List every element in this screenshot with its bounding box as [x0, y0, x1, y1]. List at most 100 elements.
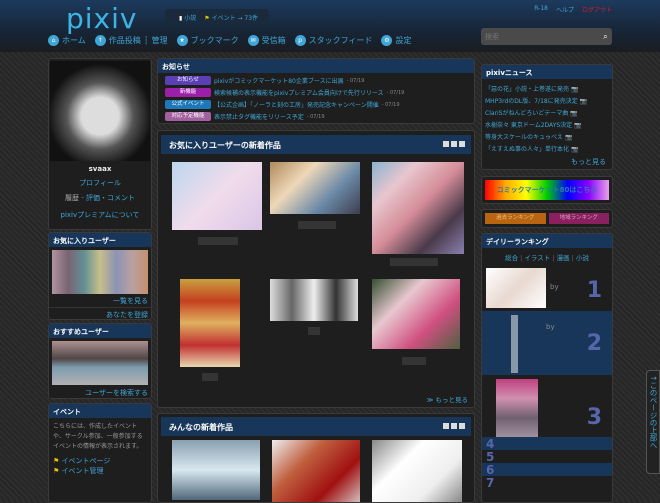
tab-illust[interactable]: イラスト: [524, 254, 550, 262]
ranking-item[interactable]: 6: [482, 463, 612, 477]
help-link[interactable]: ヘルプ: [556, 5, 574, 14]
notices-title: お知らせ: [158, 59, 474, 73]
news-link[interactable]: 「惡の花」小説・上巻遂に発売: [485, 86, 569, 93]
collapse-icon[interactable]: [443, 423, 449, 429]
event-page-link[interactable]: イベントページ: [62, 457, 111, 465]
book-icon: ▮: [179, 15, 183, 22]
event-manage-link[interactable]: イベント管理: [62, 467, 104, 475]
minimize-icon[interactable]: [459, 423, 465, 429]
event-link[interactable]: ⚑ イベント → 73件: [204, 13, 258, 22]
news-link[interactable]: MHP3rdのDL版、7/18に発売決定: [485, 98, 578, 105]
news-link[interactable]: 「えすえぬ事の人々」単行本化: [485, 146, 569, 153]
ranking-item[interactable]: 3: [482, 375, 612, 437]
notice-link[interactable]: 【公式企画】「ノーラと刻の工房」発売記念キャンペーン開催: [214, 100, 379, 109]
recommended-avatars[interactable]: [52, 341, 148, 385]
feed-icon: p: [294, 35, 306, 46]
news-item: 水樹奈々 東京ドーム2DAYS決定 📷: [485, 120, 609, 129]
profile-link[interactable]: プロフィール: [79, 179, 121, 187]
search-bar: ⌕: [481, 28, 612, 45]
work-thumbnail[interactable]: [270, 279, 358, 321]
notice-badge: お知らせ: [165, 76, 211, 85]
premium-link[interactable]: pixivプレミアムについて: [61, 211, 140, 219]
work-thumbnail[interactable]: [270, 162, 360, 214]
news-item: 「えすえぬ事の人々」単行本化 📷: [485, 144, 609, 153]
ranking-item[interactable]: by 2: [482, 311, 612, 375]
daily-ranking-title: デイリーランキング: [482, 234, 612, 248]
user-search-link[interactable]: ユーザーを検索する: [85, 389, 148, 397]
notice-link[interactable]: pixivがコミックマーケット80企業ブースに出展: [214, 76, 344, 85]
past-ranking-button[interactable]: 過去ランキング: [485, 213, 546, 224]
nav-inbox[interactable]: ✉ 受信箱: [247, 35, 286, 46]
fav-users-title: お気に入りユーザー: [49, 233, 151, 247]
search-icon[interactable]: ⌕: [599, 28, 612, 45]
news-item: MHP3rdのDL版、7/18に発売決定 📷: [485, 96, 609, 105]
ranking-item[interactable]: 4: [482, 437, 612, 451]
ranking-item[interactable]: 5: [482, 450, 612, 464]
mail-icon: ✉: [247, 35, 259, 46]
scroll-top-button[interactable]: ↑このページの上部へ: [646, 370, 660, 474]
notice-badge: 新機能: [165, 88, 211, 97]
camera-icon: 📷: [574, 122, 582, 129]
work-thumbnail[interactable]: [372, 440, 462, 502]
username: svaax: [88, 165, 112, 173]
daily-ranking-box: デイリーランキング 総合 | イラスト | 漫画 | 小説 by 1 by 2 …: [481, 233, 613, 503]
nav-settings[interactable]: ⚙ 設定: [381, 35, 411, 46]
r18-link[interactable]: R-18: [534, 5, 548, 14]
expand-icon[interactable]: [451, 141, 457, 147]
novel-link[interactable]: ▮ 小説: [179, 13, 196, 22]
news-link[interactable]: ClariSがねんどろいどテーマ曲: [485, 110, 568, 117]
upload-icon: ↑: [94, 35, 106, 46]
notice-link[interactable]: 表示禁止タグ機能をリリース予定: [214, 112, 304, 121]
tab-novel[interactable]: 小説: [576, 254, 589, 262]
work-thumbnail: [511, 315, 518, 373]
fav-users-list-link[interactable]: 一覧を見る: [113, 297, 148, 305]
ranking-item[interactable]: 7: [482, 476, 612, 490]
search-input[interactable]: [481, 28, 599, 45]
gear-icon: ⚙: [381, 35, 393, 46]
minimize-icon[interactable]: [459, 141, 465, 147]
rank-number: 2: [586, 331, 602, 356]
avatar[interactable]: [50, 61, 150, 161]
work-thumbnail[interactable]: [272, 440, 360, 502]
nav-manage[interactable]: ┆ 管理: [144, 35, 168, 46]
rating-link[interactable]: - 評価・コメント: [79, 194, 135, 202]
notice-link[interactable]: 検索候補の表示機能をpixivプレミアム会員向けで先行リリース: [214, 88, 384, 97]
ranking-buttons-box: 過去ランキング 地域ランキング: [481, 209, 613, 228]
news-more-link[interactable]: もっと見る: [571, 158, 606, 166]
main-nav: ⌂ ホーム ↑ 作品投稿 ┆ 管理 ★ ブックマーク ✉ 受信箱 p スタックフィード ⚙ 設…: [48, 35, 411, 46]
news-item: 等身大スケールのキュゥべえ 📷: [485, 132, 609, 141]
fav-works-more-link[interactable]: ≫ もっと見る: [427, 394, 468, 404]
pixiv-logo[interactable]: pixiv: [66, 2, 137, 35]
fav-users-avatars[interactable]: [52, 250, 148, 294]
expand-icon[interactable]: [451, 423, 457, 429]
ranking-item[interactable]: by 1: [482, 266, 612, 311]
tab-overall[interactable]: 総合: [505, 254, 518, 262]
home-icon: ⌂: [48, 35, 59, 46]
register-link[interactable]: あなたを登録: [106, 311, 148, 319]
nav-upload[interactable]: ↑ 作品投稿: [94, 35, 141, 46]
quick-links: ▮ 小説 ⚑ イベント → 73件: [165, 9, 269, 26]
notice-item: 対応予定機能 表示禁止タグ機能をリリース予定 - 07/19: [165, 112, 474, 121]
logout-link[interactable]: ログアウト: [582, 5, 612, 14]
collapse-icon[interactable]: [443, 141, 449, 147]
region-ranking-button[interactable]: 地域ランキング: [548, 213, 609, 224]
nav-home[interactable]: ⌂ ホーム: [48, 35, 86, 46]
news-link[interactable]: 等身大スケールのキュゥべえ: [485, 134, 563, 141]
ranking-tabs: 総合 | イラスト | 漫画 | 小説: [505, 254, 589, 262]
nav-feed[interactable]: p スタックフィード: [294, 35, 372, 46]
rank-number: 1: [586, 278, 602, 303]
work-thumbnail[interactable]: [172, 162, 262, 230]
camera-icon: 📷: [570, 86, 579, 93]
work-thumbnail[interactable]: [372, 279, 460, 349]
nav-bookmark[interactable]: ★ ブックマーク: [176, 35, 239, 46]
header: pixiv ▮ 小説 ⚑ イベント → 73件 R-18 ヘルプ ログアウト ⌕…: [0, 0, 660, 52]
work-thumbnail[interactable]: [180, 279, 240, 367]
all-works-title: みんなの新着作品: [169, 423, 233, 432]
news-link[interactable]: 水樹奈々 東京ドーム2DAYS決定: [485, 122, 572, 129]
work-thumbnail[interactable]: [172, 440, 260, 500]
work-thumbnail[interactable]: [372, 162, 464, 254]
tab-manga[interactable]: 漫画: [557, 254, 570, 262]
history-link[interactable]: 履歴: [65, 194, 79, 202]
comiket-banner[interactable]: コミックマーケット80はこちら: [485, 180, 609, 200]
star-icon: ★: [176, 35, 188, 46]
